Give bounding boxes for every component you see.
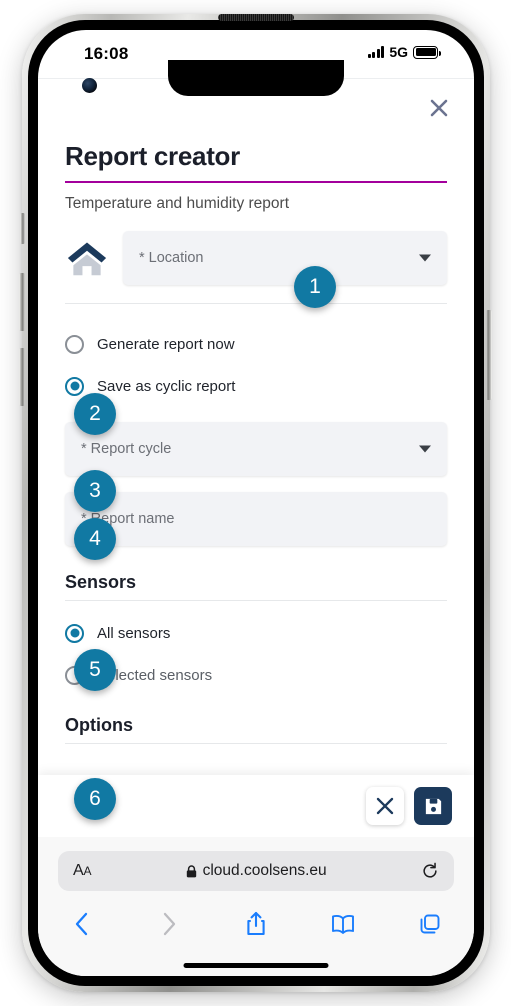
bookmarks-button[interactable] xyxy=(300,913,387,935)
signal-bars-icon xyxy=(367,46,385,58)
save-as-cyclic-report-radio[interactable]: Save as cyclic report xyxy=(65,368,447,404)
save-button[interactable] xyxy=(414,787,452,825)
cyclic-fields: * Report cycle * Report name xyxy=(65,422,447,546)
location-placeholder: * Location xyxy=(139,250,204,266)
forward-button[interactable] xyxy=(125,911,212,937)
tabs-icon xyxy=(420,914,440,934)
callout-badge-5: 5 xyxy=(74,649,116,691)
earpiece-speaker xyxy=(217,14,294,21)
lock-icon xyxy=(186,864,196,877)
radio-circle-selected-icon xyxy=(65,376,84,396)
address-bar[interactable]: AA cloud.coolsens.eu xyxy=(58,851,454,891)
tabs-button[interactable] xyxy=(387,912,474,936)
save-floppy-icon xyxy=(425,798,441,814)
callout-badge-6: 6 xyxy=(74,778,116,820)
url-text: cloud.coolsens.eu xyxy=(202,862,327,879)
volume-down-button[interactable] xyxy=(19,348,25,406)
phone-screen: 16:08 5G Report creator Temperature and … xyxy=(38,30,474,976)
home-indicator xyxy=(183,963,329,968)
report-cycle-field[interactable]: * Report cycle xyxy=(65,422,447,476)
all-sensors-radio[interactable]: All sensors xyxy=(65,615,447,651)
battery-full-icon xyxy=(413,45,441,59)
page-subtitle: Temperature and humidity report xyxy=(65,195,290,212)
status-time: 16:08 xyxy=(84,44,129,63)
options-heading: Options xyxy=(65,715,447,744)
report-mode-radio-group: Generate report now Save as cyclic repor… xyxy=(65,326,447,404)
report-creator-page: Report creator Temperature and humidity … xyxy=(38,78,474,837)
power-button[interactable] xyxy=(486,310,492,400)
browser-chrome: AA cloud.coolsens.eu xyxy=(38,836,474,976)
browser-nav-bar xyxy=(38,899,474,949)
radio-label: All sensors xyxy=(97,624,171,642)
title-underline xyxy=(65,181,447,183)
close-dialog-button[interactable] xyxy=(424,93,454,123)
volume-up-button[interactable] xyxy=(19,273,25,331)
book-icon xyxy=(332,915,355,934)
report-cycle-placeholder: * Report cycle xyxy=(81,441,172,457)
chevron-down-icon xyxy=(419,445,431,453)
radio-circle-icon xyxy=(65,334,84,354)
callout-badge-3: 3 xyxy=(74,470,116,512)
radio-label: Save as cyclic report xyxy=(97,377,236,395)
chevron-down-icon xyxy=(419,254,431,262)
callout-badge-2: 2 xyxy=(74,393,116,435)
selected-sensors-radio[interactable]: Selected sensors xyxy=(65,657,447,693)
silent-switch[interactable] xyxy=(20,213,25,244)
sensors-radio-group: All sensors Selected sensors xyxy=(65,615,447,693)
section-divider xyxy=(65,303,447,304)
display-notch xyxy=(168,60,344,96)
report-name-field[interactable]: * Report name xyxy=(65,492,447,546)
radio-circle-selected-icon xyxy=(65,623,84,643)
radio-label: Generate report now xyxy=(97,335,235,353)
location-row: * Location xyxy=(65,231,447,285)
sensors-heading: Sensors xyxy=(65,572,447,601)
back-button[interactable] xyxy=(38,911,125,937)
chevron-right-icon xyxy=(163,912,175,936)
cancel-button[interactable] xyxy=(366,787,404,825)
url-display: cloud.coolsens.eu xyxy=(91,862,421,880)
page-title: Report creator xyxy=(65,141,240,171)
callout-badge-4: 4 xyxy=(74,518,116,560)
network-label: 5G xyxy=(389,44,408,60)
home-icon xyxy=(67,242,107,276)
location-field[interactable]: * Location xyxy=(123,231,447,285)
callout-badge-1: 1 xyxy=(294,266,336,308)
status-indicators: 5G xyxy=(367,44,441,60)
reload-icon[interactable] xyxy=(421,862,439,880)
text-size-button[interactable]: AA xyxy=(73,862,91,880)
chevron-left-icon xyxy=(75,912,87,936)
share-icon xyxy=(247,911,265,936)
front-camera-icon xyxy=(82,78,97,93)
generate-report-now-radio[interactable]: Generate report now xyxy=(65,326,447,362)
share-button[interactable] xyxy=(212,911,299,937)
